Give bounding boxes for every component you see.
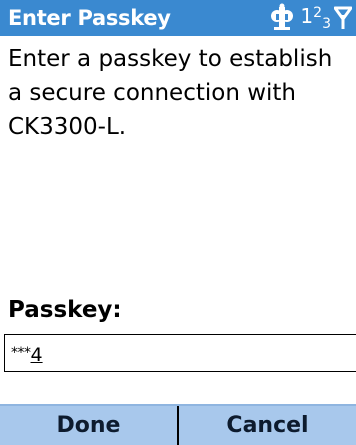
status-icons: 123	[267, 3, 352, 33]
passkey-value: ***4	[11, 341, 43, 367]
passkey-input[interactable]: ***4	[4, 334, 356, 372]
bluetooth-connection-icon[interactable]	[267, 3, 297, 33]
done-button[interactable]: Done	[0, 406, 179, 445]
passkey-label: Passkey:	[8, 297, 122, 323]
softkey-bar: Done Cancel	[0, 404, 356, 445]
passkey-last-char: 4	[30, 344, 43, 366]
input-mode-indicator[interactable]: 123	[300, 1, 331, 36]
signal-strength-icon	[334, 5, 352, 31]
passkey-mask: ***	[11, 345, 31, 361]
title-bar: Enter Passkey 123	[0, 0, 356, 36]
cancel-button[interactable]: Cancel	[179, 406, 356, 445]
dialog-message: Enter a passkey to establish a secure co…	[8, 46, 333, 140]
page-title: Enter Passkey	[8, 6, 171, 30]
